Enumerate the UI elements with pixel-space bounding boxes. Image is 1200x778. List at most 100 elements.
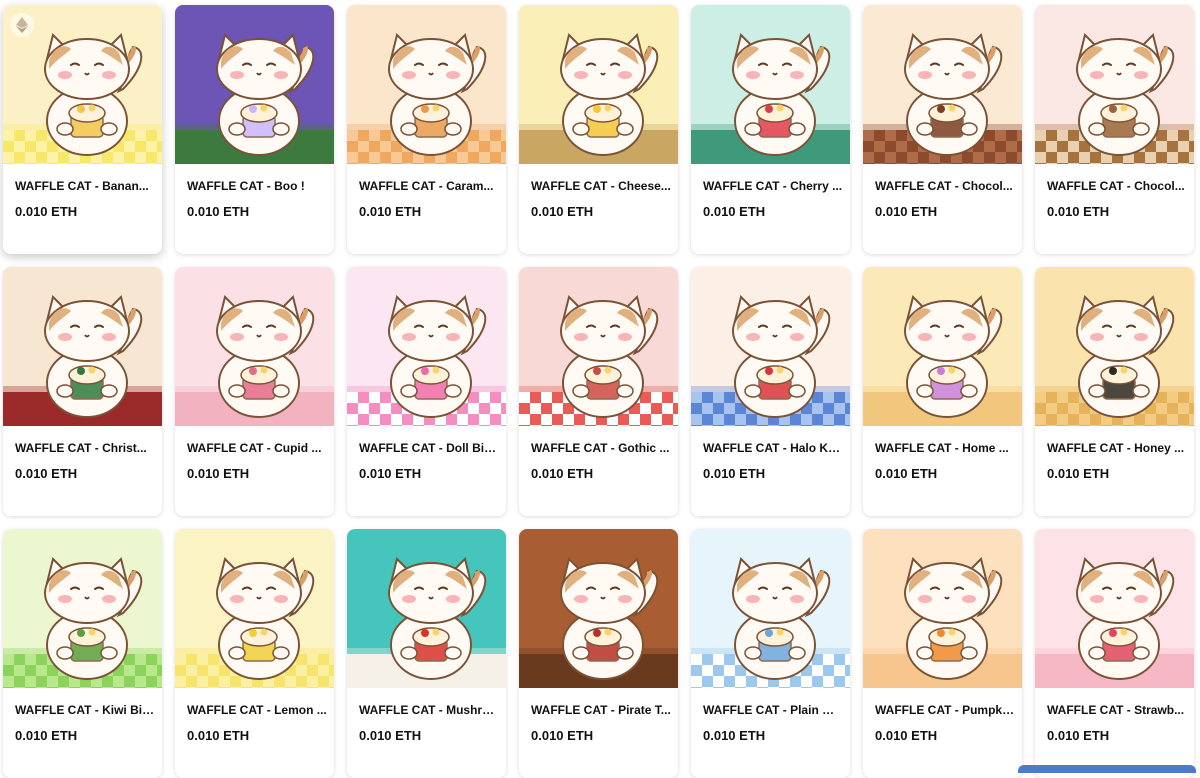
cat-illustration bbox=[216, 33, 315, 156]
nft-title[interactable]: WAFFLE CAT - Honey ... bbox=[1047, 441, 1187, 455]
nft-card[interactable]: WAFFLE CAT - Honey ... 0.010 ETH bbox=[1035, 267, 1194, 516]
nft-title[interactable]: WAFFLE CAT - Cupid ... bbox=[187, 441, 327, 455]
nft-image[interactable] bbox=[175, 267, 334, 426]
nft-title[interactable]: WAFFLE CAT - Halo Kit... bbox=[703, 441, 843, 455]
nft-price: 0.010 ETH bbox=[359, 728, 422, 743]
cat-illustration bbox=[560, 295, 659, 418]
nft-price: 0.010 ETH bbox=[875, 204, 938, 219]
nft-image[interactable] bbox=[3, 529, 162, 688]
nft-card[interactable]: WAFFLE CAT - Pumpki... 0.010 ETH bbox=[863, 529, 1022, 778]
nft-card[interactable]: WAFFLE CAT - Caram... 0.010 ETH bbox=[347, 5, 506, 254]
nft-title[interactable]: WAFFLE CAT - Home ... bbox=[875, 441, 1015, 455]
nft-title[interactable]: WAFFLE CAT - Doll Bin... bbox=[359, 441, 499, 455]
nft-title[interactable]: WAFFLE CAT - Christ... bbox=[15, 441, 155, 455]
nft-card[interactable]: WAFFLE CAT - Cupid ... 0.010 ETH bbox=[175, 267, 334, 516]
cat-illustration bbox=[1076, 33, 1175, 156]
nft-price: 0.010 ETH bbox=[187, 728, 250, 743]
nft-title[interactable]: WAFFLE CAT - Chocol... bbox=[875, 179, 1015, 193]
nft-image[interactable] bbox=[3, 5, 162, 164]
cat-illustration bbox=[732, 33, 831, 156]
nft-title[interactable]: WAFFLE CAT - Kiwi Bin... bbox=[15, 703, 155, 717]
nft-card[interactable]: WAFFLE CAT - Home ... 0.010 ETH bbox=[863, 267, 1022, 516]
floating-action-bar[interactable] bbox=[1018, 765, 1196, 773]
nft-card[interactable]: WAFFLE CAT - Cheese... 0.010 ETH bbox=[519, 5, 678, 254]
cat-illustration bbox=[388, 295, 487, 418]
nft-card[interactable]: WAFFLE CAT - Halo Kit... 0.010 ETH bbox=[691, 267, 850, 516]
nft-price: 0.010 ETH bbox=[703, 204, 766, 219]
nft-title[interactable]: WAFFLE CAT - Gothic ... bbox=[531, 441, 671, 455]
nft-title[interactable]: WAFFLE CAT - Strawb... bbox=[1047, 703, 1187, 717]
cat-illustration bbox=[732, 557, 831, 680]
cat-illustration bbox=[1076, 295, 1175, 418]
nft-price: 0.010 ETH bbox=[875, 466, 938, 481]
nft-card[interactable]: WAFFLE CAT - Kiwi Bin... 0.010 ETH bbox=[3, 529, 162, 778]
cat-illustration bbox=[388, 557, 487, 680]
nft-price: 0.010 ETH bbox=[703, 466, 766, 481]
nft-title[interactable]: WAFFLE CAT - Mushro... bbox=[359, 703, 499, 717]
nft-price: 0.010 ETH bbox=[187, 204, 250, 219]
cat-illustration bbox=[388, 33, 487, 156]
nft-price: 0.010 ETH bbox=[15, 204, 78, 219]
nft-card[interactable]: WAFFLE CAT - Lemon ... 0.010 ETH bbox=[175, 529, 334, 778]
nft-price: 0.010 ETH bbox=[531, 466, 594, 481]
nft-price: 0.010 ETH bbox=[531, 204, 594, 219]
nft-price: 0.010 ETH bbox=[875, 728, 938, 743]
nft-title[interactable]: WAFFLE CAT - Plain Mi... bbox=[703, 703, 843, 717]
nft-price: 0.010 ETH bbox=[703, 728, 766, 743]
cat-illustration bbox=[904, 295, 1003, 418]
nft-image[interactable] bbox=[347, 267, 506, 426]
cat-illustration bbox=[1076, 557, 1175, 680]
nft-image[interactable] bbox=[863, 5, 1022, 164]
nft-title[interactable]: WAFFLE CAT - Boo ! bbox=[187, 179, 327, 193]
nft-image[interactable] bbox=[519, 267, 678, 426]
nft-card[interactable]: WAFFLE CAT - Strawb... 0.010 ETH bbox=[1035, 529, 1194, 778]
nft-price: 0.010 ETH bbox=[15, 728, 78, 743]
cat-illustration bbox=[732, 295, 831, 418]
nft-card[interactable]: WAFFLE CAT - Pirate T... 0.010 ETH bbox=[519, 529, 678, 778]
cat-illustration bbox=[560, 33, 659, 156]
nft-title[interactable]: WAFFLE CAT - Lemon ... bbox=[187, 703, 327, 717]
nft-card[interactable]: WAFFLE CAT - Chocol... 0.010 ETH bbox=[1035, 5, 1194, 254]
nft-image[interactable] bbox=[863, 529, 1022, 688]
nft-title[interactable]: WAFFLE CAT - Caram... bbox=[359, 179, 499, 193]
nft-title[interactable]: WAFFLE CAT - Cheese... bbox=[531, 179, 671, 193]
nft-title[interactable]: WAFFLE CAT - Pumpki... bbox=[875, 703, 1015, 717]
nft-image[interactable] bbox=[1035, 529, 1194, 688]
nft-card[interactable]: WAFFLE CAT - Boo ! 0.010 ETH bbox=[175, 5, 334, 254]
cat-illustration bbox=[216, 557, 315, 680]
nft-title[interactable]: WAFFLE CAT - Pirate T... bbox=[531, 703, 671, 717]
cat-illustration bbox=[44, 557, 143, 680]
nft-card[interactable]: WAFFLE CAT - Mushro... 0.010 ETH bbox=[347, 529, 506, 778]
nft-card[interactable]: WAFFLE CAT - Gothic ... 0.010 ETH bbox=[519, 267, 678, 516]
nft-image[interactable] bbox=[175, 5, 334, 164]
nft-image[interactable] bbox=[691, 529, 850, 688]
nft-price: 0.010 ETH bbox=[1047, 728, 1110, 743]
nft-image[interactable] bbox=[347, 5, 506, 164]
nft-price: 0.010 ETH bbox=[531, 728, 594, 743]
nft-title[interactable]: WAFFLE CAT - Chocol... bbox=[1047, 179, 1187, 193]
nft-card[interactable]: WAFFLE CAT - Plain Mi... 0.010 ETH bbox=[691, 529, 850, 778]
nft-image[interactable] bbox=[175, 529, 334, 688]
nft-image[interactable] bbox=[519, 5, 678, 164]
nft-image[interactable] bbox=[863, 267, 1022, 426]
nft-image[interactable] bbox=[1035, 267, 1194, 426]
nft-image[interactable] bbox=[3, 267, 162, 426]
nft-price: 0.010 ETH bbox=[1047, 204, 1110, 219]
nft-image[interactable] bbox=[519, 529, 678, 688]
cat-illustration bbox=[904, 33, 1003, 156]
nft-price: 0.010 ETH bbox=[1047, 466, 1110, 481]
nft-card[interactable]: WAFFLE CAT - Chocol... 0.010 ETH bbox=[863, 5, 1022, 254]
nft-card[interactable]: WAFFLE CAT - Banan... 0.010 ETH bbox=[3, 5, 162, 254]
cat-illustration bbox=[560, 557, 659, 680]
nft-image[interactable] bbox=[691, 5, 850, 164]
nft-image[interactable] bbox=[347, 529, 506, 688]
nft-price: 0.010 ETH bbox=[15, 466, 78, 481]
nft-card[interactable]: WAFFLE CAT - Cherry ... 0.010 ETH bbox=[691, 5, 850, 254]
nft-image[interactable] bbox=[691, 267, 850, 426]
nft-title[interactable]: WAFFLE CAT - Cherry ... bbox=[703, 179, 843, 193]
nft-card[interactable]: WAFFLE CAT - Doll Bin... 0.010 ETH bbox=[347, 267, 506, 516]
nft-image[interactable] bbox=[1035, 5, 1194, 164]
cat-illustration bbox=[904, 557, 1003, 680]
nft-card[interactable]: WAFFLE CAT - Christ... 0.010 ETH bbox=[3, 267, 162, 516]
nft-title[interactable]: WAFFLE CAT - Banan... bbox=[15, 179, 155, 193]
